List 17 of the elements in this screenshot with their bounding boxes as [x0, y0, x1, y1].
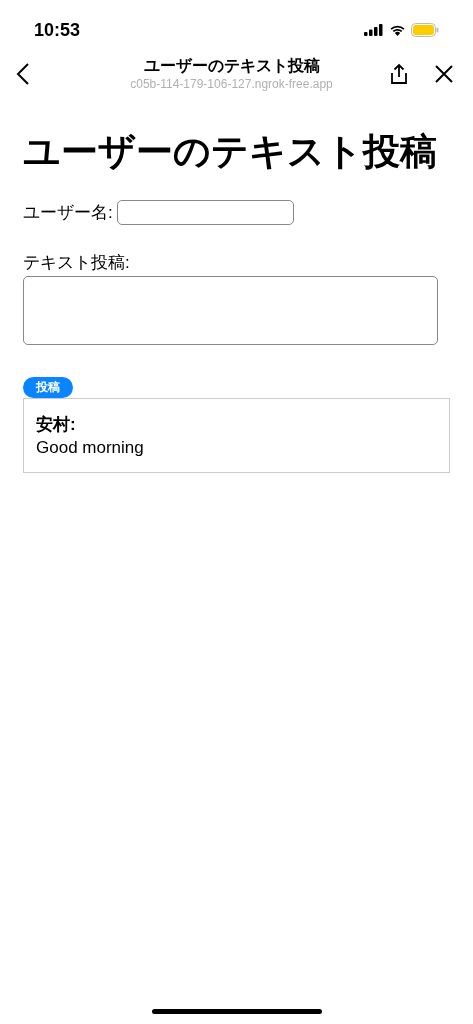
post-user: 安村: [36, 413, 77, 436]
share-icon[interactable] [389, 63, 409, 85]
close-icon[interactable] [435, 65, 453, 83]
text-field[interactable] [23, 275, 438, 345]
browser-title: ユーザーのテキスト投稿 [143, 56, 320, 76]
text-label: テキスト投稿: [23, 251, 131, 274]
signal-icon [364, 24, 384, 36]
back-icon[interactable] [16, 62, 30, 86]
username-label: ユーザー名: [23, 202, 113, 224]
browser-url: c05b-114-179-106-127.ngrok-free.app [130, 76, 333, 92]
post-text: Good morning [36, 436, 145, 459]
submit-button[interactable]: 投稿 [23, 376, 73, 398]
battery-icon [411, 23, 439, 37]
page-heading: ユーザーのテキスト投稿 [23, 130, 438, 174]
status-time: 10:53 [34, 18, 81, 42]
wifi-icon [389, 24, 406, 36]
username-field[interactable] [116, 200, 294, 226]
